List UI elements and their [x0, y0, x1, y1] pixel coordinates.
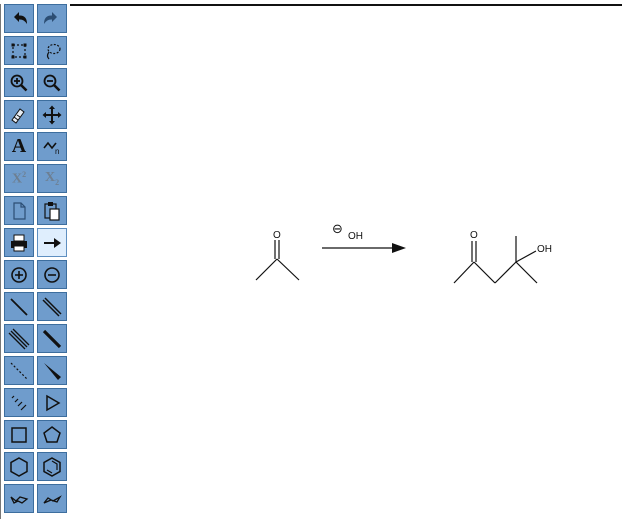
tool-palette: An X2 X2 [4, 4, 70, 516]
bond[interactable] [515, 261, 538, 284]
positive-charge-button[interactable] [4, 260, 34, 289]
wedge-bond-icon [44, 362, 61, 380]
chain-tool-button[interactable]: n [37, 132, 67, 161]
zoom-out-button[interactable] [37, 68, 67, 97]
print-button[interactable] [4, 228, 34, 257]
single-bond-icon [10, 297, 28, 316]
single-bond-button[interactable] [4, 292, 34, 321]
reaction-arrow[interactable] [322, 243, 406, 253]
positive-charge-icon [11, 266, 27, 283]
reactant-oxygen-label: O [273, 230, 281, 241]
pentagon-ring-button[interactable] [37, 420, 67, 449]
cyclohexane-boat-icon [43, 494, 62, 504]
zoom-in-icon [10, 74, 28, 91]
zoom-in-button[interactable] [4, 68, 34, 97]
hashed-wedge-bond-icon [11, 395, 27, 410]
hashed-wedge-bond-button[interactable] [4, 388, 34, 417]
bond[interactable] [453, 261, 475, 284]
subscript-icon: X2 [44, 170, 60, 187]
lasso-select-icon [46, 43, 61, 59]
svg-text:n: n [55, 147, 59, 156]
dashed-bond-button[interactable] [4, 356, 34, 385]
dashed-bond-icon [10, 362, 28, 379]
chemical-drawing: O ⊖ OH O OH [255, 222, 552, 284]
move-button[interactable] [37, 100, 67, 129]
bold-bond-button[interactable] [37, 324, 67, 353]
bond[interactable] [255, 258, 278, 281]
bond[interactable] [473, 261, 496, 284]
square-ring-icon [11, 426, 27, 443]
move-icon [42, 105, 62, 124]
undo-button[interactable] [4, 4, 34, 33]
bond[interactable] [494, 261, 517, 284]
paste-icon [44, 201, 60, 221]
triple-bond-icon [8, 328, 30, 349]
superscript-icon: X2 [11, 169, 27, 187]
select-rectangle-button[interactable] [4, 36, 34, 65]
select-rectangle-icon [11, 43, 27, 58]
text-tool-button[interactable]: A [4, 132, 34, 161]
hexagon-ring-button[interactable] [4, 452, 34, 481]
wedge-bond-button[interactable] [37, 356, 67, 385]
cyclohexane-chair-icon [10, 495, 29, 504]
redo-icon [44, 11, 57, 24]
reaction-arrow-icon [44, 237, 61, 248]
copy-button[interactable] [4, 196, 34, 225]
triple-bond-button[interactable] [4, 324, 34, 353]
hexagon-ring-icon [10, 456, 28, 477]
negative-charge-symbol: ⊖ [332, 222, 343, 237]
text-tool-icon: A [11, 135, 27, 157]
triangle-ring-button[interactable] [37, 388, 67, 417]
zoom-out-icon [43, 74, 61, 91]
superscript-button[interactable]: X2 [4, 164, 34, 193]
subscript-button[interactable]: X2 [37, 164, 67, 193]
cyclohexane-chair-button[interactable] [4, 484, 34, 513]
eraser-icon [11, 107, 25, 124]
bold-bond-icon [42, 329, 62, 348]
product-diacetone-alcohol[interactable] [453, 236, 538, 284]
negative-charge-button[interactable] [37, 260, 67, 289]
print-icon [11, 234, 27, 251]
reagent-label: OH [348, 231, 363, 242]
square-ring-button[interactable] [4, 420, 34, 449]
pentagon-ring-icon [43, 425, 61, 443]
reaction-arrow-button[interactable] [37, 228, 67, 257]
redo-button[interactable] [37, 4, 67, 33]
reactant-acetone[interactable] [255, 240, 300, 281]
eraser-button[interactable] [4, 100, 34, 129]
double-bond-button[interactable] [37, 292, 67, 321]
lasso-select-button[interactable] [37, 36, 67, 65]
bond[interactable] [276, 258, 300, 281]
bond[interactable] [515, 250, 537, 263]
copy-icon [13, 201, 26, 220]
paste-button[interactable] [37, 196, 67, 225]
benzene-ring-button[interactable] [37, 452, 67, 481]
cyclohexane-boat-button[interactable] [37, 484, 67, 513]
undo-icon [14, 11, 27, 24]
double-bond-icon [42, 296, 62, 317]
triangle-ring-icon [46, 394, 61, 411]
benzene-ring-icon [43, 456, 61, 477]
product-hydroxyl-label: OH [537, 244, 552, 255]
product-oxygen-label: O [470, 230, 478, 241]
negative-charge-icon [44, 266, 60, 283]
chain-tool-icon: n [43, 141, 59, 156]
